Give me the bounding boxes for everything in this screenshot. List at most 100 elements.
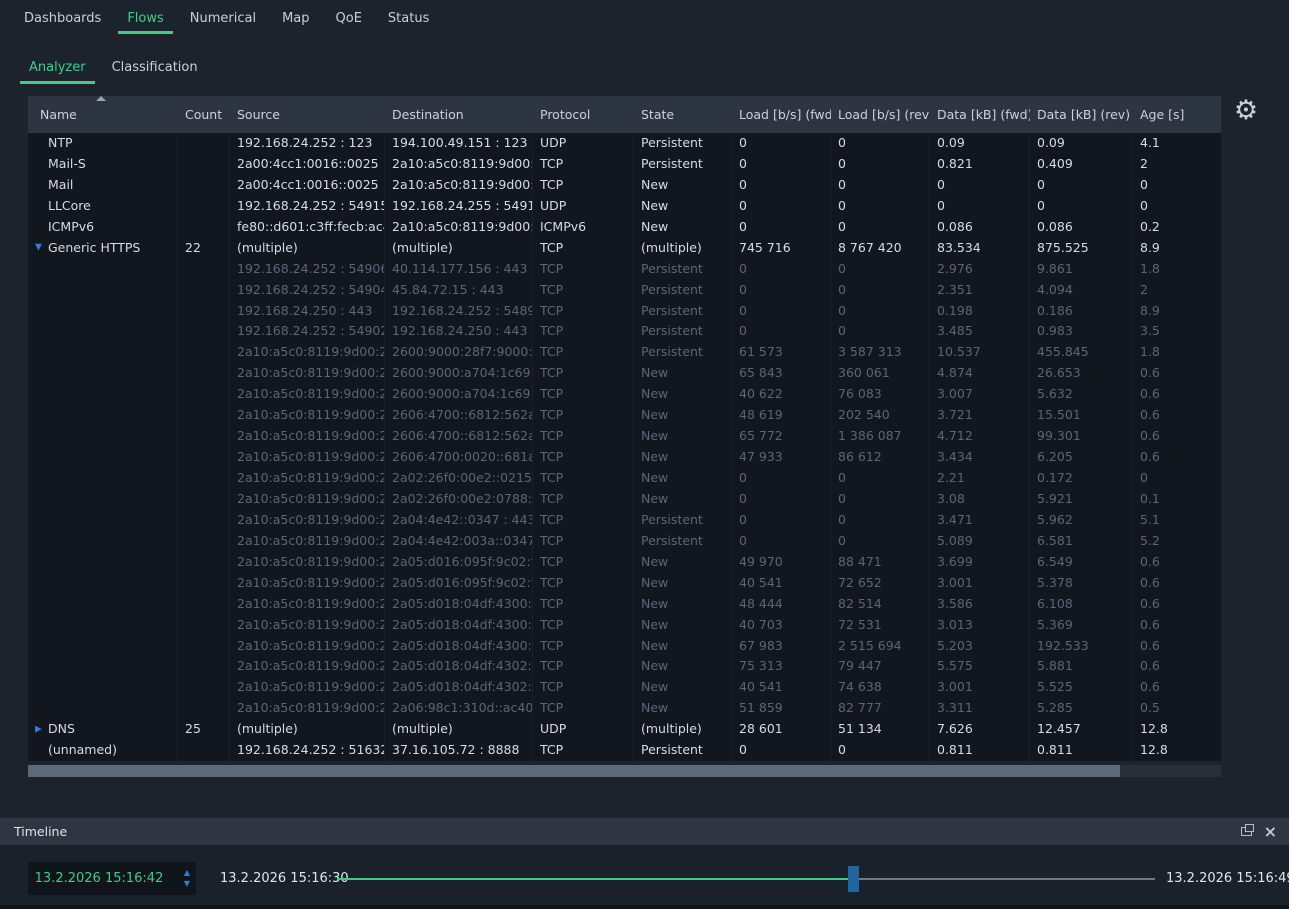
horizontal-scrollbar-thumb[interactable] [28, 765, 1120, 777]
cell-count [178, 489, 230, 510]
table-row[interactable]: 2a10:a5c0:8119:9d00:2...2a02:26f0:00e2::… [28, 468, 1221, 489]
tab-analyzer[interactable]: Analyzer [20, 54, 95, 84]
cell-count [178, 698, 230, 719]
spinner-down-icon[interactable]: ▼ [184, 880, 190, 888]
tab-flows[interactable]: Flows [118, 7, 172, 34]
timeline-datetime-value[interactable]: 13.2.2026 15:16:42 [28, 862, 170, 895]
column-header-load_fwd[interactable]: Load [b/s] (fwd) [732, 96, 831, 133]
cell-destination: 2a04:4e42:003a::0347 : ... [385, 531, 533, 552]
table-row[interactable]: ICMPv6fe80::d601:c3ff:fecb:ac492a10:a5c0… [28, 217, 1221, 238]
table-row[interactable]: 192.168.24.252 : 54902192.168.24.250 : 4… [28, 321, 1221, 342]
table-row[interactable]: 2a10:a5c0:8119:9d00:2...2a05:d018:04df:4… [28, 594, 1221, 615]
table-row[interactable]: 192.168.24.250 : 443192.168.24.252 : 548… [28, 301, 1221, 322]
cell-load_rev: 3 587 313 [831, 342, 930, 363]
cell-destination: 40.114.177.156 : 443 [385, 259, 533, 280]
column-header-state[interactable]: State [634, 96, 732, 133]
column-header-age[interactable]: Age [s] [1133, 96, 1221, 133]
timeline-title: Timeline [14, 824, 67, 839]
horizontal-scrollbar[interactable] [28, 765, 1221, 777]
table-header: NameCountSourceDestinationProtocolStateL… [28, 96, 1221, 133]
table-row[interactable]: 2a10:a5c0:8119:9d00:2...2a06:98c1:310d::… [28, 698, 1221, 719]
tab-dashboards[interactable]: Dashboards [15, 7, 110, 34]
cell-data_fwd: 0.086 [930, 217, 1030, 238]
tab-map[interactable]: Map [273, 7, 318, 34]
table-row[interactable]: 2a10:a5c0:8119:9d00:2...2a05:d016:095f:9… [28, 552, 1221, 573]
cell-age: 0 [1133, 175, 1221, 196]
column-header-count[interactable]: Count [178, 96, 230, 133]
column-header-name[interactable]: Name [28, 96, 178, 133]
cell-name [28, 447, 178, 468]
cell-data_fwd: 7.626 [930, 719, 1030, 740]
cell-name [28, 468, 178, 489]
table-row[interactable]: 2a10:a5c0:8119:9d00:2...2606:4700:0020::… [28, 447, 1221, 468]
cell-source: 2a10:a5c0:8119:9d00:2... [230, 531, 385, 552]
column-header-data_rev[interactable]: Data [kB] (rev) [1030, 96, 1133, 133]
table-row[interactable]: (unnamed)192.168.24.252 : 5163237.16.105… [28, 740, 1221, 761]
cell-state: (multiple) [634, 238, 732, 259]
undock-panel-icon[interactable] [1241, 827, 1252, 836]
table-row[interactable]: NTP192.168.24.252 : 123194.100.49.151 : … [28, 133, 1221, 154]
flow-name: NTP [48, 135, 73, 150]
table-row[interactable]: 2a10:a5c0:8119:9d00:2...2606:4700::6812:… [28, 426, 1221, 447]
table-row[interactable]: 2a10:a5c0:8119:9d00:2...2a05:d018:04df:4… [28, 656, 1221, 677]
table-row[interactable]: 2a10:a5c0:8119:9d00:2...2a05:d018:04df:4… [28, 677, 1221, 698]
cell-load_rev: 0 [831, 321, 930, 342]
table-row[interactable]: 2a10:a5c0:8119:9d00:2...2600:9000:a704:1… [28, 363, 1221, 384]
close-panel-icon[interactable]: × [1264, 824, 1277, 840]
cell-destination: 2a05:d016:095f:9c02:fc... [385, 573, 533, 594]
column-header-protocol[interactable]: Protocol [533, 96, 634, 133]
tab-numerical[interactable]: Numerical [181, 7, 265, 34]
cell-name [28, 698, 178, 719]
cell-load_fwd: 65 843 [732, 363, 831, 384]
table-row[interactable]: ▶DNS25(multiple)(multiple)UDP(multiple)2… [28, 719, 1221, 740]
cell-state: Persistent [634, 342, 732, 363]
cell-destination: 2a05:d018:04df:4300:3... [385, 615, 533, 636]
cell-source: 2a10:a5c0:8119:9d00:2... [230, 573, 385, 594]
column-header-source[interactable]: Source [230, 96, 385, 133]
cell-data_rev: 6.205 [1030, 447, 1133, 468]
cell-destination: (multiple) [385, 238, 533, 259]
spinner-up-icon[interactable]: ▲ [184, 869, 190, 877]
table-row[interactable]: 2a10:a5c0:8119:9d00:2...2a02:26f0:00e2:0… [28, 489, 1221, 510]
collapse-row-arrow-icon[interactable]: ▼ [35, 238, 42, 259]
table-row[interactable]: 2a10:a5c0:8119:9d00:2...2a05:d016:095f:9… [28, 573, 1221, 594]
timeline-slider-handle[interactable] [848, 866, 859, 892]
column-header-destination[interactable]: Destination [385, 96, 533, 133]
timeline-slider-elapsed [337, 878, 853, 880]
cell-destination: 2606:4700:0020::681a:0... [385, 447, 533, 468]
table-row[interactable]: 192.168.24.252 : 5490445.84.72.15 : 443T… [28, 280, 1221, 301]
tab-status[interactable]: Status [379, 7, 438, 34]
cell-source: 2a10:a5c0:8119:9d00:2... [230, 677, 385, 698]
tab-qoe[interactable]: QoE [327, 7, 371, 34]
table-body: NTP192.168.24.252 : 123194.100.49.151 : … [28, 133, 1221, 761]
cell-load_rev: 2 515 694 [831, 636, 930, 657]
table-row[interactable]: ▼Generic HTTPS22(multiple)(multiple)TCP(… [28, 238, 1221, 259]
table-settings-gear-icon[interactable]: ⚙ [1230, 95, 1262, 127]
table-row[interactable]: 2a10:a5c0:8119:9d00:2...2a05:d018:04df:4… [28, 636, 1221, 657]
table-row[interactable]: 2a10:a5c0:8119:9d00:2...2606:4700::6812:… [28, 405, 1221, 426]
table-row[interactable]: 2a10:a5c0:8119:9d00:2...2600:9000:28f7:9… [28, 342, 1221, 363]
table-row[interactable]: 2a10:a5c0:8119:9d00:2...2a05:d018:04df:4… [28, 615, 1221, 636]
tab-classification[interactable]: Classification [103, 54, 207, 84]
cell-age: 0.5 [1133, 698, 1221, 719]
table-row[interactable]: 2a10:a5c0:8119:9d00:2...2600:9000:a704:1… [28, 384, 1221, 405]
timeline-slider-track[interactable] [337, 878, 1155, 880]
table-row[interactable]: Mail2a00:4cc1:0016::0025 : ...2a10:a5c0:… [28, 175, 1221, 196]
cell-data_fwd: 3.434 [930, 447, 1030, 468]
cell-protocol: TCP [533, 510, 634, 531]
cell-data_rev: 6.581 [1030, 531, 1133, 552]
column-header-load_rev[interactable]: Load [b/s] (rev) [831, 96, 930, 133]
table-row[interactable]: Mail-S2a00:4cc1:0016::0025 : ...2a10:a5c… [28, 154, 1221, 175]
cell-protocol: TCP [533, 740, 634, 761]
flow-name: Mail-S [48, 156, 86, 171]
timeline-datetime-input[interactable]: 13.2.2026 15:16:42 ▲ ▼ [28, 862, 196, 895]
table-row[interactable]: 2a10:a5c0:8119:9d00:2...2a04:4e42:003a::… [28, 531, 1221, 552]
table-row[interactable]: 2a10:a5c0:8119:9d00:2...2a04:4e42::0347 … [28, 510, 1221, 531]
cell-state: New [634, 615, 732, 636]
expand-row-arrow-icon[interactable]: ▶ [35, 719, 42, 740]
column-header-data_fwd[interactable]: Data [kB] (fwd) [930, 96, 1030, 133]
table-row[interactable]: LLCore192.168.24.252 : 54915192.168.24.2… [28, 196, 1221, 217]
cell-source: 192.168.24.252 : 54902 [230, 321, 385, 342]
cell-data_fwd: 10.537 [930, 342, 1030, 363]
table-row[interactable]: 192.168.24.252 : 5490640.114.177.156 : 4… [28, 259, 1221, 280]
